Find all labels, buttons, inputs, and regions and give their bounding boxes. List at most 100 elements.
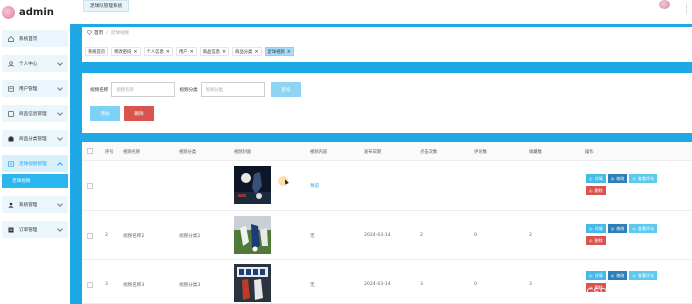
header-comments: 评论数 [474,150,487,155]
detail-button[interactable]: ◎ 详情 [586,224,606,233]
sidebar-item-orders[interactable]: 订单管理 [2,221,68,238]
users-icon [8,85,14,92]
sidebar-item-system[interactable]: 系统管理 [2,196,68,213]
view-comments-button[interactable]: ◎ 查看评论 [629,224,658,233]
tab-label: 足球视频 [267,49,285,55]
close-icon[interactable]: × [222,49,226,55]
row-checkbox[interactable] [87,282,93,288]
sidebar-item-label: 订单管理 [19,227,38,233]
data-table: 序号 视频名称 视频分类 视频封面 视频内容 发布日期 点击次数 评论数 收藏数… [82,142,692,304]
row-index: 3 [105,282,108,287]
video-category-input[interactable]: 视频分类 [200,82,265,97]
tab-home[interactable]: 系统首页 [85,47,109,56]
chevron-down-icon [57,226,63,232]
tab-change-password[interactable]: 修改密码 × [111,47,141,56]
system-title-button[interactable]: 足球队管理系统 [83,0,130,12]
breadcrumb-current: 足球视频 [110,31,130,36]
tab-label: 修改密码 [114,49,132,55]
sidebar-item-profile[interactable]: 个人中心 [2,55,68,72]
op-label: 详情 [594,225,603,231]
op-label: 查看评论 [637,175,655,181]
detail-icon: ◎ [589,273,593,278]
video-icon [8,160,14,167]
close-icon[interactable]: × [166,49,170,55]
add-button[interactable]: 添加 [90,106,120,121]
view-comments-button[interactable]: ◎ 查看评论 [629,271,658,280]
edit-button[interactable]: ◎ 修改 [607,271,628,280]
trash-icon: ◎ [589,188,593,193]
sidebar-item-goods[interactable]: 商品信息管理 [2,105,68,122]
edit-button[interactable]: ◎ 修改 [607,174,628,183]
delete-button[interactable]: 删除 [124,106,154,121]
edit-icon: ◎ [610,273,615,278]
row-content-preview-link[interactable]: 预览 [310,183,319,189]
row-favorites: 2 [529,233,532,238]
video-category-label: 视频分类 [179,87,198,93]
tab-goods-category[interactable]: 商品分类 × [232,47,262,56]
search-panel: 视频名称 视频名称 视频分类 视频分类 查询 添加 删除 [82,73,692,133]
sidebar-item-category[interactable]: 商品分类管理 [2,130,68,147]
select-all-checkbox[interactable] [87,148,93,154]
edit-icon: ◎ [610,226,615,231]
row-checkbox[interactable] [87,233,93,239]
category-icon [8,136,14,142]
goods-icon [8,110,14,117]
chevron-down-icon [57,60,63,66]
tab-personal-info[interactable]: 个人信息 × [143,47,173,56]
video-name-label: 视频名称 [90,87,109,93]
row-name: 视频名称3 [123,283,145,288]
op-label: 查看评论 [637,225,655,231]
table-header: 序号 视频名称 视频分类 视频封面 视频内容 发布日期 点击次数 评论数 收藏数… [82,142,692,161]
video-name-input[interactable]: 视频名称 [111,82,176,97]
comments-icon: ◎ [632,273,636,278]
watermark: CSDN @迎限程序设计 [586,287,688,298]
home-icon [8,35,14,42]
tab-football-video[interactable]: 足球视频 × [264,47,294,56]
op-label: 修改 [616,225,625,231]
edit-icon: ◎ [610,176,615,181]
tab-goods-info[interactable]: 商品信息 × [199,47,230,56]
submenu-item-video[interactable]: 足球视频 [2,174,68,188]
table-row: 预览 ◎ 详情 ◎ 修改 ◎ 查看评论 ◎ 删除 [82,161,692,211]
heart-icon [87,29,92,37]
detail-button[interactable]: ◎ 详情 [586,271,606,280]
op-label: 详情 [594,272,603,278]
search-button[interactable]: 查询 [270,82,301,97]
sidebar-item-label: 商品分类管理 [19,136,47,142]
close-icon[interactable]: × [254,49,258,55]
sidebar-item-label: 系统首页 [19,36,38,42]
sidebar-item-video[interactable]: 足球视频管理 [2,155,68,172]
detail-button[interactable]: ◎ 详情 [586,174,606,183]
sidebar-item-home[interactable]: 系统首页 [2,30,68,47]
chevron-up-icon [57,162,63,168]
close-icon[interactable]: × [190,49,194,55]
sidebar: admin 系统首页 个人中心 用户管理 商品信息管理 商品分类管理 足球视频管… [0,0,70,304]
breadcrumb-home[interactable]: 首页 [94,30,103,36]
header-index: 序号 [105,150,114,155]
nav-panel: 首页 / 足球视频 系统首页 修改密码 × 个人信息 × 用户 × 商品信息 × 商品分… [82,27,692,62]
more-menu[interactable] [686,4,692,14]
view-comments-button[interactable]: ◎ 查看评论 [629,174,658,183]
video-cover-image [234,264,271,302]
header-date: 发布日期 [364,150,382,155]
header-name: 视频名称 [123,150,141,155]
row-comments: 0 [474,282,477,287]
sidebar-item-users[interactable]: 用户管理 [2,80,68,97]
close-icon[interactable]: × [287,49,291,55]
row-checkbox[interactable] [87,183,93,189]
close-icon[interactable]: × [133,49,137,55]
row-delete-button[interactable]: ◎ 删除 [586,186,606,195]
tab-users[interactable]: 用户 × [175,47,197,56]
header-cover: 视频封面 [234,150,252,155]
edit-button[interactable]: ◎ 修改 [607,224,628,233]
chevron-down-icon [57,201,63,207]
row-delete-button[interactable]: ◎ 删除 [586,236,606,245]
sidebar-item-label: 系统管理 [19,202,38,208]
op-label: 删除 [594,237,603,243]
trash-icon: ◎ [589,238,593,243]
order-icon [8,227,14,233]
user-avatar[interactable] [659,0,670,9]
op-label: 查看评论 [637,272,655,278]
breadcrumb-separator: / [106,30,108,36]
row-clicks: 3 [420,282,423,287]
